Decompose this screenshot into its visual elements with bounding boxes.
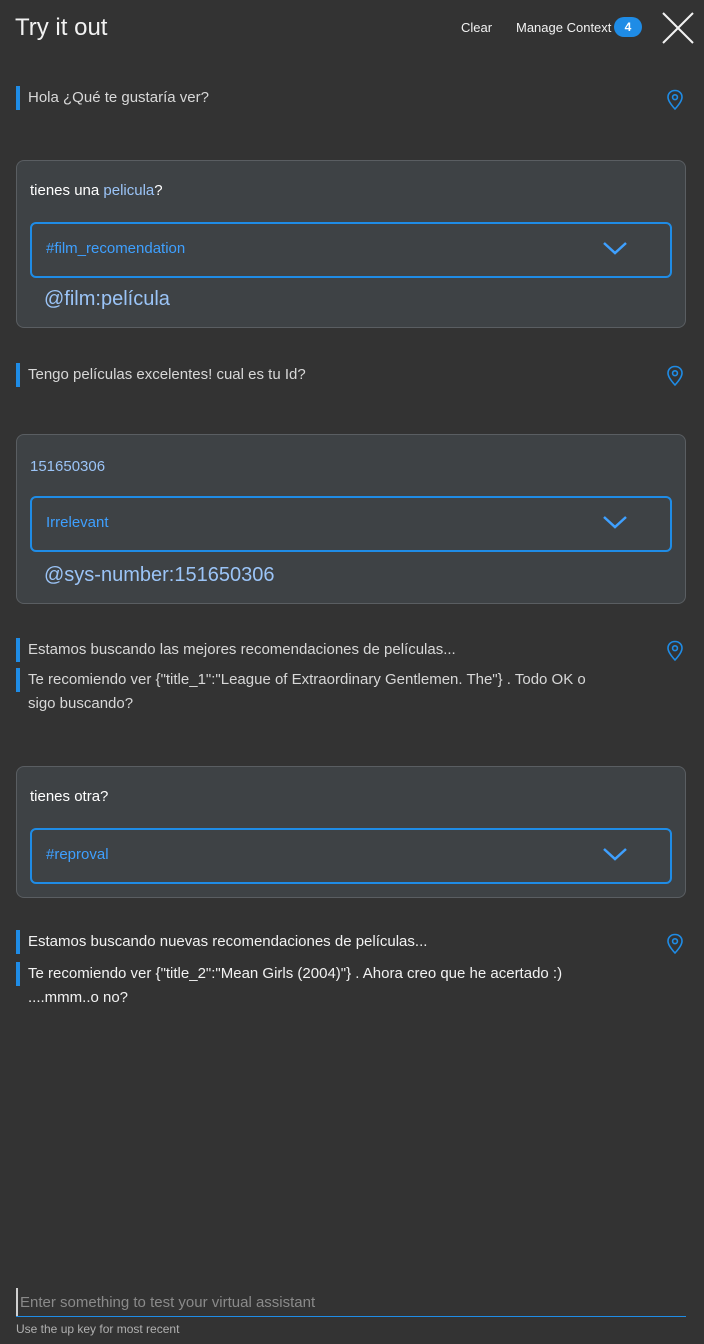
location-pin-icon[interactable] [666, 365, 684, 387]
user-message-card: tienes una pelicula? #film_recomendation… [16, 160, 686, 328]
intent-label: Irrelevant [46, 514, 109, 531]
bot-message: Hola ¿Qué te gustaría ver? [16, 86, 209, 110]
chevron-down-icon [603, 848, 627, 861]
entity-tag[interactable]: @sys-number:151650306 [44, 564, 274, 587]
message-marker [16, 962, 20, 986]
chat-input[interactable] [16, 1288, 692, 1316]
location-pin-icon[interactable] [666, 640, 684, 662]
bot-message-text: Estamos buscando las mejores recomendaci… [28, 641, 456, 658]
bot-message: Estamos buscando las mejores recomendaci… [16, 638, 456, 662]
bot-message: Te recomiendo ver {"title_1":"League of … [16, 668, 616, 716]
panel-header: Try it out Clear Manage Context 4 [0, 0, 704, 60]
input-hint: Use the up key for most recent [16, 1322, 180, 1336]
entity-highlight: pelicula [103, 182, 155, 199]
bot-message-text: Tengo películas excelentes! cual es tu I… [28, 366, 306, 383]
intent-label: #film_recomendation [46, 240, 186, 257]
context-count-badge[interactable]: 4 [614, 17, 642, 37]
user-message-text: 151650306 [30, 458, 106, 475]
close-icon[interactable] [660, 10, 696, 46]
intent-dropdown[interactable]: #reproval [30, 828, 672, 884]
intent-dropdown[interactable]: #film_recomendation [30, 222, 672, 278]
bot-message: Te recomiendo ver {"title_2":"Mean Girls… [16, 962, 616, 1010]
bot-message-text: Hola ¿Qué te gustaría ver? [28, 89, 209, 106]
bot-message-text: Estamos buscando nuevas recomendaciones … [28, 933, 428, 950]
chevron-down-icon [603, 516, 627, 529]
panel-title: Try it out [15, 14, 108, 41]
bot-message-text: Te recomiendo ver {"title_2":"Mean Girls… [28, 965, 563, 1006]
message-marker [16, 668, 20, 692]
bot-message: Tengo películas excelentes! cual es tu I… [16, 363, 306, 387]
entity-tag[interactable]: @film:película [44, 288, 170, 311]
chat-input-container [16, 1288, 692, 1317]
user-message-card: 151650306 Irrelevant @sys-number:1516503… [16, 434, 686, 604]
user-message-card: tienes otra? #reproval [16, 766, 686, 898]
intent-label: #reproval [46, 846, 109, 863]
chevron-down-icon [603, 242, 627, 255]
clear-button[interactable]: Clear [461, 20, 492, 35]
location-pin-icon[interactable] [666, 933, 684, 955]
manage-context-button[interactable]: Manage Context [516, 20, 611, 35]
user-message-text: tienes otra? [30, 788, 109, 805]
location-pin-icon[interactable] [666, 89, 684, 111]
bot-message: Estamos buscando nuevas recomendaciones … [16, 930, 427, 954]
bot-message-text: Te recomiendo ver {"title_1":"League of … [28, 671, 586, 712]
user-message-text: tienes una pelicula? [30, 182, 163, 199]
intent-dropdown[interactable]: Irrelevant [30, 496, 672, 552]
